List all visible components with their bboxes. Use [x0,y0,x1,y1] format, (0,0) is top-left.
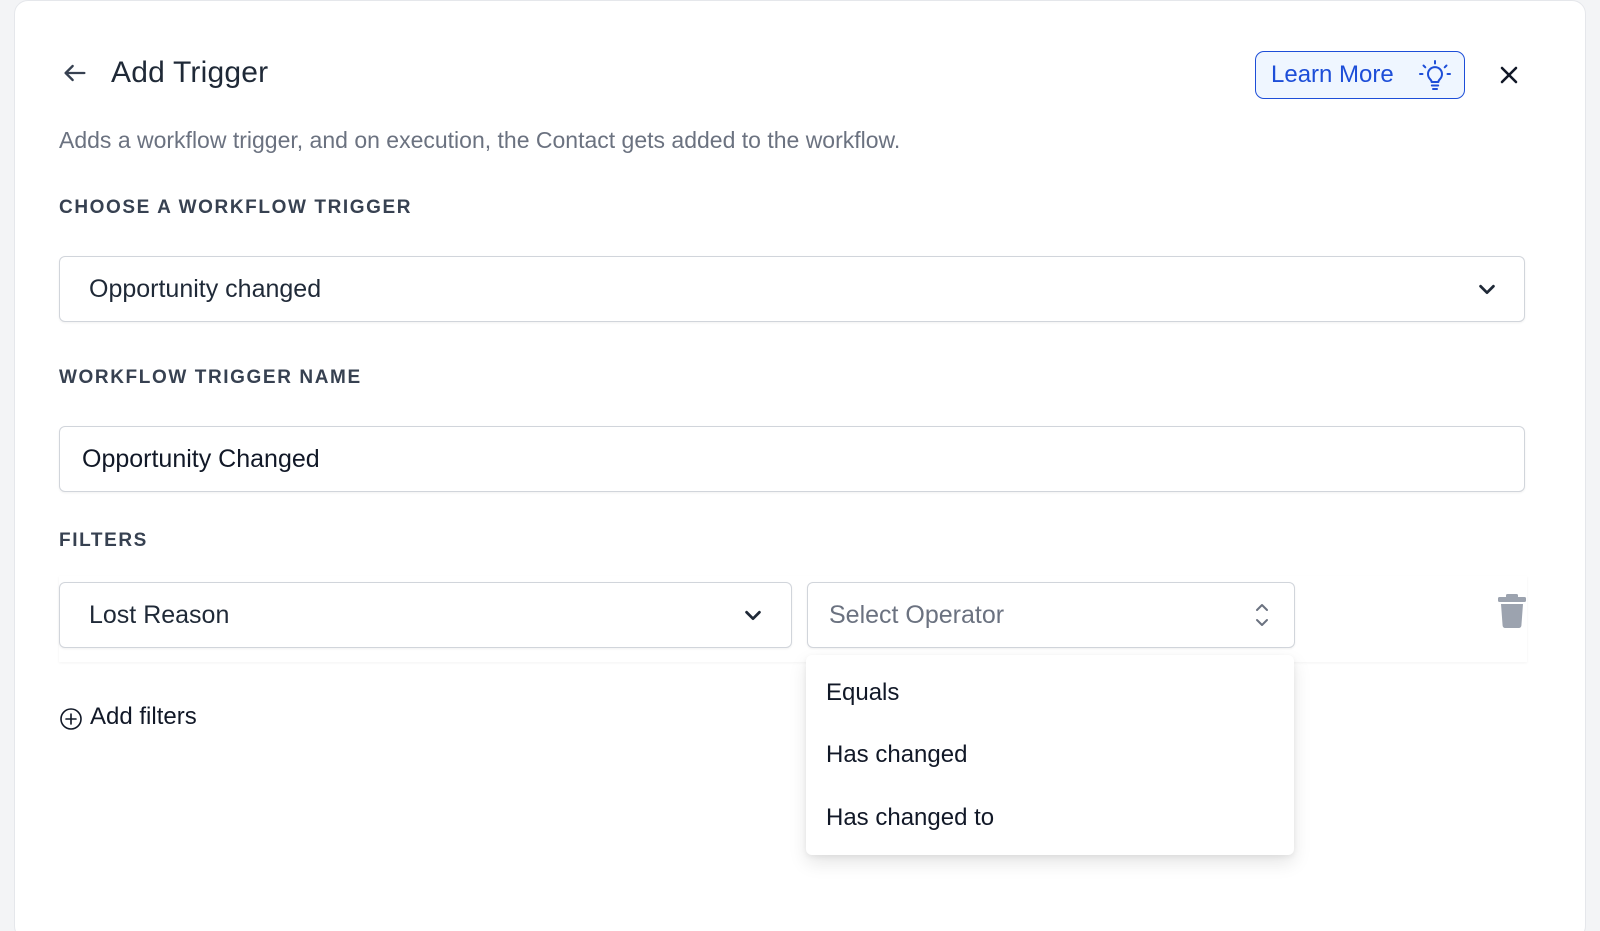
trigger-name-label: WORKFLOW TRIGGER NAME [59,367,362,388]
add-filters-label: Add filters [90,703,197,730]
add-filters-button[interactable]: Add filters [59,702,197,732]
filter-field-value: Lost Reason [89,601,230,629]
close-icon [1500,66,1518,84]
operator-option-has-changed-to[interactable]: Has changed to [826,804,994,832]
chevron-down-icon [745,610,761,621]
operator-dropdown-menu: Equals Has changed Has changed to [806,655,1294,855]
operator-select[interactable]: Select Operator [807,582,1295,648]
operator-option-equals[interactable]: Equals [826,679,899,707]
trigger-name-value: Opportunity Changed [82,445,320,473]
trigger-name-input[interactable]: Opportunity Changed [59,426,1525,492]
add-trigger-panel: Add Trigger Learn More Adds a workflow t… [14,0,1586,931]
panel-header: Add Trigger Learn More [59,51,1539,99]
operator-placeholder: Select Operator [829,601,1005,629]
learn-more-button[interactable]: Learn More [1255,51,1465,99]
back-button[interactable] [59,57,91,89]
panel-description: Adds a workflow trigger, and on executio… [59,127,901,153]
learn-more-label: Learn More [1271,61,1394,88]
filters-section-label: FILTERS [59,530,148,551]
filter-field-select[interactable]: Lost Reason [59,582,792,648]
plus-circle-icon [60,707,82,730]
workflow-trigger-select[interactable]: Opportunity changed [59,256,1525,322]
lightbulb-icon [1419,60,1451,90]
filter-row: Lost Reason Select Operator [59,576,1527,662]
workflow-trigger-value: Opportunity changed [89,275,322,303]
operator-option-has-changed[interactable]: Has changed [826,741,967,769]
page-title: Add Trigger [111,56,269,89]
trash-icon[interactable] [1497,594,1527,628]
trigger-section-label: CHOOSE A WORKFLOW TRIGGER [59,197,413,218]
chevron-down-icon [1479,284,1495,295]
chevron-up-down-icon [1256,604,1268,626]
arrow-left-icon [64,64,86,82]
close-button[interactable] [1493,59,1525,91]
